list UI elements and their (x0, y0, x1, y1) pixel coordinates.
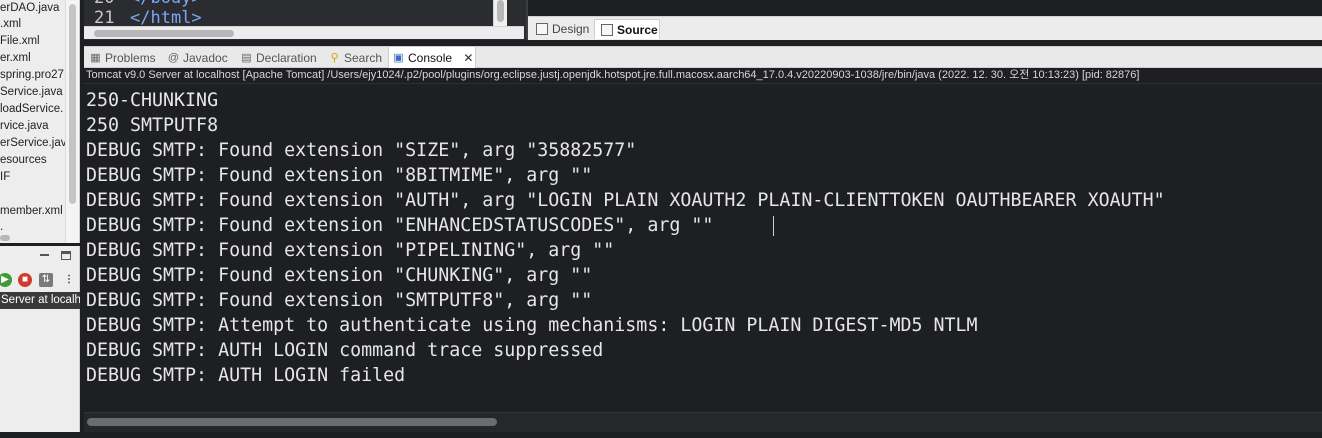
console-line: 250-CHUNKING (86, 90, 219, 111)
scroll-thumb[interactable] (87, 418, 497, 426)
console-line: DEBUG SMTP: Found extension "SMTPUTF8", … (86, 290, 593, 311)
console-horizontal-scrollbar[interactable] (84, 412, 1322, 432)
tab-design-label: Design (552, 22, 590, 36)
scroll-thumb[interactable] (69, 4, 76, 204)
source-icon (601, 24, 613, 36)
text-caret (773, 216, 774, 236)
tab-design[interactable]: Design (530, 19, 594, 39)
explorer-item[interactable]: member.xml (0, 203, 63, 220)
explorer-item[interactable]: . (0, 219, 3, 236)
console-line: DEBUG SMTP: Found extension "PIPELINING"… (86, 240, 615, 261)
code-line: </html> (130, 8, 202, 28)
scroll-thumb[interactable] (94, 30, 234, 37)
console-process-label: Tomcat v9.0 Server at localhost [Apache … (84, 68, 1322, 84)
scroll-thumb[interactable] (497, 0, 504, 22)
console-line: DEBUG SMTP: Found extension "ENHANCEDSTA… (86, 215, 714, 236)
servers-view: ▶ ■ ⇅ ⋮ (0, 246, 80, 438)
explorer-item[interactable]: erService.jav (0, 135, 66, 152)
explorer-item[interactable]: er.xml (0, 50, 31, 67)
console-line: DEBUG SMTP: Attempt to authenticate usin… (86, 315, 978, 336)
editor-mode-tabs: Design Source (528, 16, 1322, 40)
problems-icon: ▦ (90, 52, 101, 64)
console-line: DEBUG SMTP: Found extension "CHUNKING", … (86, 265, 593, 286)
design-icon (536, 23, 548, 35)
console-line: DEBUG SMTP: Found extension "SIZE", arg … (86, 140, 637, 161)
explorer-item[interactable]: esources (0, 152, 47, 169)
project-explorer: erDAO.java .xml File.xml er.xml spring.p… (0, 0, 80, 243)
view-tab-bar: ▦ Problems @ Javadoc ▤ Declaration ⚲ Sea… (84, 46, 1322, 69)
explorer-item[interactable]: .xml (0, 16, 21, 33)
tab-source-label: Source (617, 23, 658, 37)
maximize-icon[interactable] (61, 251, 71, 260)
explorer-item[interactable]: loadService. (0, 101, 63, 118)
publish-icon[interactable]: ⇅ (39, 273, 53, 287)
tab-console-label: Console (408, 51, 453, 65)
editor-horizontal-scrollbar[interactable] (84, 26, 524, 39)
tab-declaration-label: Declaration (256, 51, 317, 65)
console-line: DEBUG SMTP: Found extension "AUTH", arg … (86, 190, 1165, 211)
javadoc-icon: @ (167, 52, 180, 64)
code-line: </body> (130, 0, 202, 8)
explorer-item[interactable]: rvice.java (0, 118, 49, 135)
explorer-item[interactable]: erDAO.java (0, 0, 59, 17)
console-line: DEBUG SMTP: AUTH LOGIN command trace sup… (86, 340, 604, 361)
server-entry[interactable]: Server at localh (0, 292, 81, 309)
more-options-icon[interactable]: ⋮ (62, 273, 76, 287)
explorer-item[interactable]: Service.java (0, 84, 63, 101)
close-icon[interactable]: ✕ (463, 51, 473, 65)
search-icon: ⚲ (330, 52, 339, 64)
tab-search[interactable]: ⚲ Search (325, 47, 385, 69)
explorer-item[interactable]: File.xml (0, 33, 40, 50)
line-number: 20 (94, 0, 114, 8)
tab-declaration[interactable]: ▤ Declaration (237, 47, 324, 69)
minimize-icon[interactable] (40, 254, 49, 256)
explorer-vertical-scrollbar[interactable] (65, 0, 79, 243)
console-icon: ▣ (393, 52, 404, 64)
start-server-icon[interactable]: ▶ (0, 273, 12, 287)
line-number: 21 (94, 8, 115, 28)
console-line: DEBUG SMTP: AUTH LOGIN failed (86, 365, 406, 386)
editor-vertical-scrollbar[interactable] (493, 0, 507, 26)
tab-javadoc[interactable]: @ Javadoc (164, 47, 236, 69)
tab-javadoc-label: Javadoc (183, 51, 228, 65)
declaration-icon: ▤ (241, 52, 252, 64)
console-line: 250 SMTPUTF8 (86, 115, 219, 136)
tab-search-label: Search (344, 51, 383, 65)
tab-problems-label: Problems (105, 51, 156, 65)
tab-problems[interactable]: ▦ Problems (86, 47, 162, 69)
console-line: DEBUG SMTP: Found extension "8BITMIME", … (86, 165, 593, 186)
status-strip (0, 432, 1322, 438)
explorer-horizontal-scroll-thumb[interactable] (0, 235, 10, 241)
eclipse-window: erDAO.java .xml File.xml er.xml spring.p… (0, 0, 1322, 438)
explorer-item[interactable]: spring.pro27. (0, 67, 67, 84)
stop-server-icon[interactable]: ■ (18, 273, 32, 287)
tab-source[interactable]: Source (594, 19, 660, 39)
console-output[interactable]: 250-CHUNKING 250 SMTPUTF8 DEBUG SMTP: Fo… (84, 85, 1322, 412)
explorer-item[interactable]: IF (0, 169, 10, 186)
tab-console[interactable]: ▣ Console ✕ (388, 47, 476, 69)
